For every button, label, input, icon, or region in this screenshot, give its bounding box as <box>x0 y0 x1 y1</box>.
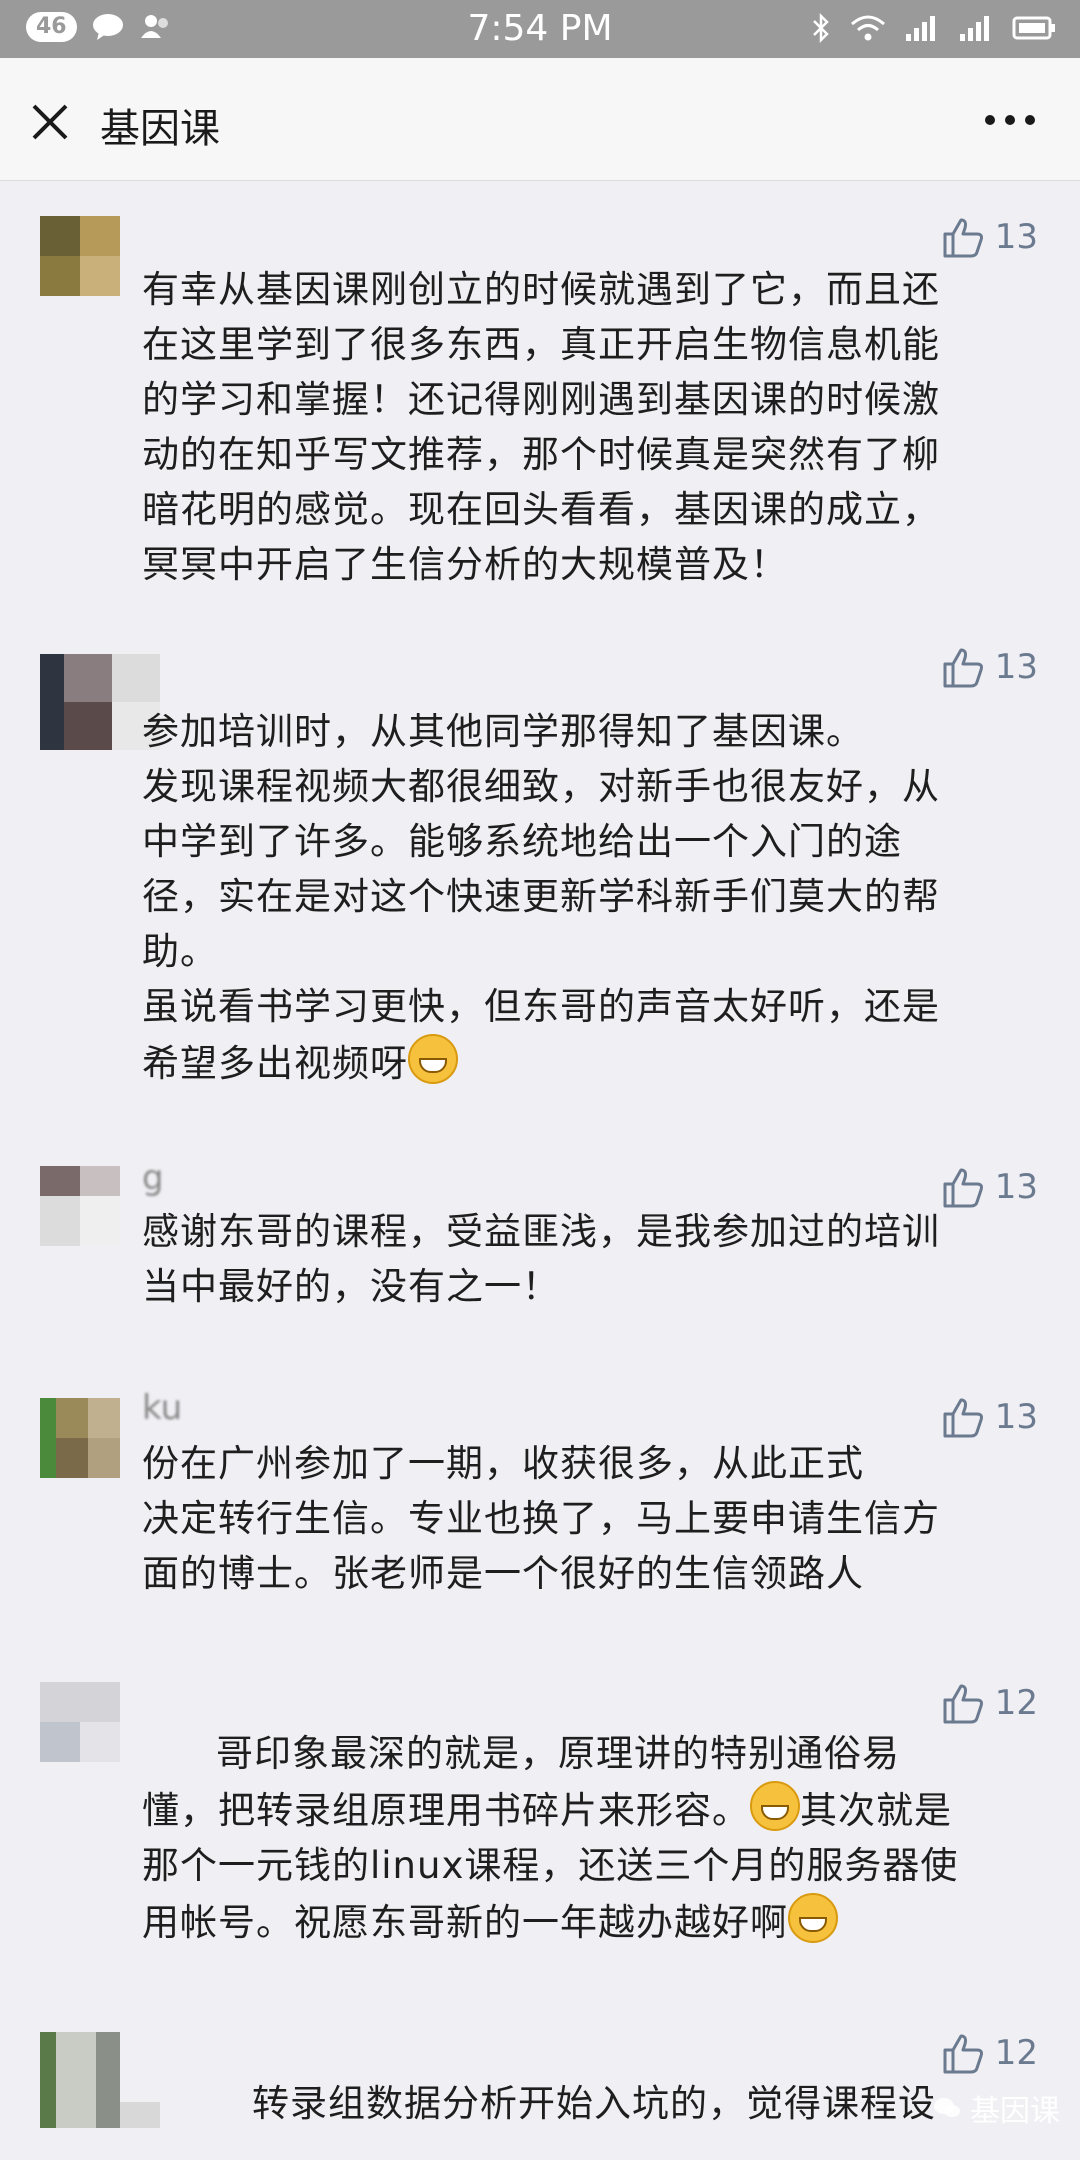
thumbs-up-icon <box>943 2034 983 2074</box>
like-button[interactable]: 12 <box>941 2032 1038 2074</box>
like-count: 12 <box>994 1683 1038 1723</box>
avatar[interactable] <box>40 216 120 296</box>
comment-line: 懂，把转录组原理用书碎片来形容。 <box>142 1789 750 1832</box>
grin-emoji-icon <box>408 1034 458 1084</box>
comment-text: 转录组数据分析开始入坑的，觉得课程设 <box>252 2082 936 2125</box>
thumbs-up-icon <box>943 1168 983 1208</box>
like-count: 13 <box>994 1167 1038 1207</box>
like-count: 13 <box>994 1397 1038 1437</box>
comment-line: 其次就是 <box>800 1789 952 1832</box>
bluetooth-icon <box>813 12 829 44</box>
comment-text: 感谢东哥的课程，受益匪浅，是我参加过的培训 当中最好的，没有之一！ <box>142 1210 940 1308</box>
like-button[interactable]: 13 <box>941 1396 1038 1438</box>
comment-line: 哥印象最深的就是，原理讲的特别通俗易 <box>216 1732 900 1775</box>
like-count: 13 <box>994 217 1038 257</box>
avatar[interactable] <box>40 1398 120 1478</box>
like-button[interactable]: 12 <box>941 1682 1038 1724</box>
status-bar: 46 7:54 PM <box>0 0 1080 58</box>
comment-line: 用帐号。祝愿东哥新的一年越办越好啊 <box>142 1901 788 1944</box>
thumbs-up-icon <box>943 648 983 688</box>
like-count: 13 <box>994 647 1038 687</box>
comment-text: 份在广州参加了一期，收获很多，从此正式 决定转行生信。专业也换了，马上要申请生信… <box>142 1442 940 1595</box>
comment-text-body: 参加培训时，从其他同学那得知了基因课。 发现课程视频大都很细致，对新手也很友好，… <box>142 710 940 1085</box>
wifi-icon <box>851 15 885 41</box>
like-button[interactable]: 13 <box>941 1166 1038 1208</box>
page-title: 基因课 <box>100 106 220 152</box>
commenter-name: g <box>142 1158 164 1198</box>
avatar[interactable] <box>40 1166 120 1246</box>
more-icon[interactable] <box>980 98 1040 142</box>
watermark-text: 基因课 <box>970 2094 1060 2129</box>
signal-icon <box>906 16 935 41</box>
avatar[interactable] <box>40 1682 120 1762</box>
like-button[interactable]: 13 <box>941 216 1038 258</box>
comment-text: 哥印象最深的就是，原理讲的特别通俗易 懂，把转录组原理用书碎片来形容。 其次就是 … <box>142 1726 1042 1950</box>
comment-text: 有幸从基因课刚创立的时候就遇到了它，而且还 在这里学到了很多东西，真正开启生物信… <box>142 268 940 586</box>
watermark: 基因课 <box>932 2086 1060 2130</box>
like-count: 12 <box>994 2033 1038 2073</box>
thumbs-up-icon <box>943 1398 983 1438</box>
thumbs-up-icon <box>943 1684 983 1724</box>
grin-emoji-icon <box>788 1893 838 1943</box>
wechat-logo-icon <box>934 2098 960 2117</box>
like-button[interactable]: 13 <box>941 646 1038 688</box>
grin-emoji-icon <box>750 1781 800 1831</box>
thumbs-up-icon <box>943 218 983 258</box>
nav-bar: 基因课 <box>0 58 1080 181</box>
commenter-name: ku <box>142 1388 183 1428</box>
comment-line: 那个一元钱的linux课程，还送三个月的服务器使 <box>142 1844 959 1887</box>
signal-icon-2 <box>960 16 989 41</box>
close-icon[interactable] <box>26 98 74 146</box>
battery-icon <box>1012 16 1055 40</box>
comment-text: 参加培训时，从其他同学那得知了基因课。 发现课程视频大都很细致，对新手也很友好，… <box>142 704 1042 1091</box>
